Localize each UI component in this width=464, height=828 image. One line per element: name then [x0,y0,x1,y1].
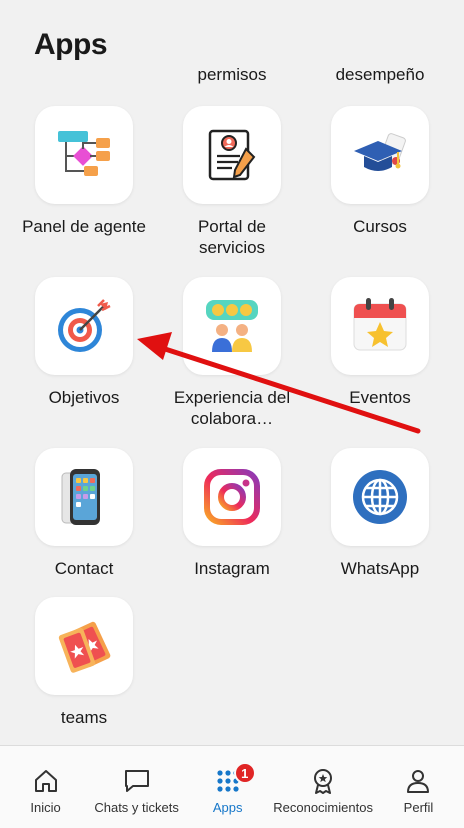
app-label-desempeno[interactable]: desempeño [305,65,455,85]
app-label: Instagram [194,559,270,578]
app-label: Objetivos [48,388,120,407]
app-label-permisos[interactable]: permisos [157,65,307,85]
medal-icon [314,769,333,794]
app-tile-instagram[interactable]: Instagram [157,448,307,579]
tab-label: Inicio [30,800,61,815]
tickets-icon [58,621,111,673]
app-label: teams [60,708,108,727]
app-tile-whatsapp[interactable]: WhatsApp [305,448,455,579]
target-icon [58,299,111,352]
bottom-tab-bar: Inicio Chats y tickets 1 Apps Reconocimi… [0,745,464,828]
home-icon [34,770,57,792]
app-tile-portal-de-servicios[interactable]: Portal de servicios [157,106,307,258]
app-label: WhatsApp [340,559,420,578]
app-tile-eventos[interactable]: Eventos [305,277,455,408]
tab-label: Perfil [403,800,434,815]
chat-icon [124,770,149,792]
phone-icon [61,469,100,525]
page-title: Apps [34,28,108,61]
notification-badge: 1 [233,762,256,784]
globe-icon [353,470,407,524]
app-label: Portal de servicios [197,217,267,257]
tab-apps[interactable]: 1 Apps [182,746,273,828]
app-tile-objetivos[interactable]: Objetivos [9,277,159,408]
document-profile-icon [208,129,256,181]
app-tile-experiencia-del-colaborador[interactable]: Experiencia del colabora… [157,277,307,429]
app-tile-cursos[interactable]: Cursos [305,106,455,237]
tab-chats-y-tickets[interactable]: Chats y tickets [91,746,182,828]
app-label: Cursos [353,217,407,236]
tab-reconocimientos[interactable]: Reconocimientos [273,746,373,828]
app-label: Panel de agente [22,217,146,236]
feedback-faces-icon [206,300,258,352]
app-label: Contact [54,559,114,578]
calendar-star-icon [353,298,407,351]
tab-label: Chats y tickets [94,800,179,815]
app-tile-panel-de-agente[interactable]: Panel de agente [9,106,159,237]
tab-inicio[interactable]: Inicio [0,746,91,828]
user-icon [407,770,430,793]
app-label: Eventos [349,388,411,407]
app-tile-teams[interactable]: teams [9,597,159,728]
flowchart-icon [58,131,110,176]
graduation-cap-icon [354,133,406,171]
instagram-icon [204,469,260,525]
tab-label: Reconocimientos [273,800,373,815]
app-label: Experiencia del colabora… [173,388,291,428]
app-tile-contact[interactable]: Contact [9,448,159,579]
tab-label: Apps [212,800,243,815]
tab-perfil[interactable]: Perfil [373,746,464,828]
